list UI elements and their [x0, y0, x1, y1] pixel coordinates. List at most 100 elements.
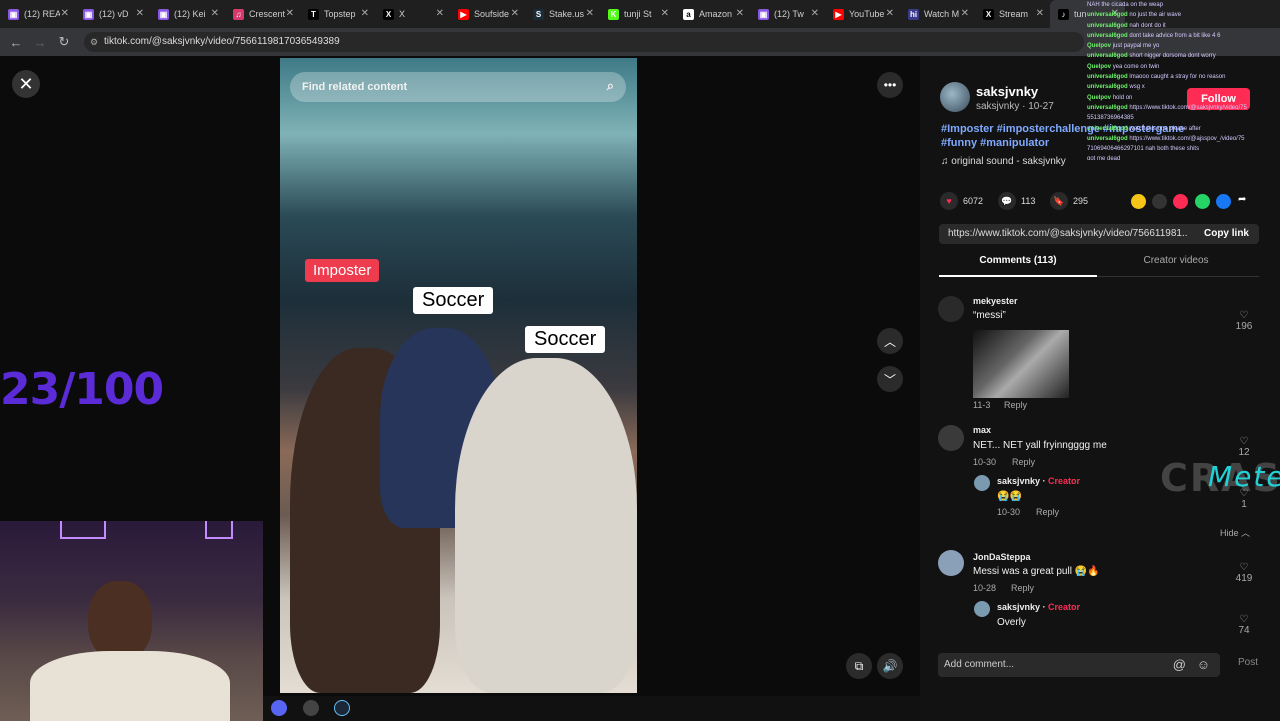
- steam-icon[interactable]: [334, 700, 350, 716]
- browser-tab[interactable]: hi Watch M ✕: [900, 0, 975, 28]
- obs-icon[interactable]: [303, 700, 319, 716]
- comment-username[interactable]: mekyester: [973, 296, 1018, 306]
- reply-button[interactable]: Reply: [1011, 583, 1034, 593]
- comment-stat[interactable]: 💬 113: [998, 192, 1035, 210]
- pip-button[interactable]: ⧉: [846, 653, 872, 679]
- tab-title: Crescent: [249, 9, 285, 19]
- reply-button[interactable]: Reply: [1036, 507, 1059, 517]
- browser-tab[interactable]: X Stream ✕: [975, 0, 1050, 28]
- post-comment-button[interactable]: Post: [1238, 657, 1258, 668]
- chat-message: Quelpov hold on: [1087, 93, 1280, 103]
- embed-icon[interactable]: [1152, 194, 1167, 209]
- tab-close-icon[interactable]: ✕: [61, 8, 69, 19]
- emoji-icon[interactable]: ☺: [1197, 653, 1210, 677]
- comment-like[interactable]: ♡ 419: [1232, 562, 1256, 584]
- tab-comments[interactable]: Comments (113): [939, 255, 1097, 277]
- tab-close-icon[interactable]: ✕: [361, 8, 369, 19]
- volume-button[interactable]: 🔊: [877, 653, 903, 679]
- reload-icon[interactable]: ↻: [52, 34, 76, 50]
- tab-close-icon[interactable]: ✕: [436, 8, 444, 19]
- like-stat[interactable]: ♥ 6072: [940, 192, 983, 210]
- tab-title: X: [399, 9, 406, 19]
- add-comment-input[interactable]: Add comment... @ ☺: [938, 653, 1220, 677]
- reply-username[interactable]: saksjvnky · Creator: [997, 476, 1080, 486]
- tab-close-icon[interactable]: ✕: [586, 8, 594, 19]
- comment-date: 11-3: [973, 400, 991, 410]
- tab-favicon-icon: ▣: [8, 8, 19, 20]
- facebook-icon[interactable]: [1216, 194, 1231, 209]
- browser-tab[interactable]: ▣ (12) vD ✕: [75, 0, 150, 28]
- chat-message: universal6god wsg x: [1087, 82, 1280, 92]
- tab-close-icon[interactable]: ✕: [211, 8, 219, 19]
- browser-tab[interactable]: ▣ (12) Kei ✕: [150, 0, 225, 28]
- save-stat[interactable]: 🔖 295: [1050, 192, 1088, 210]
- commenter-avatar[interactable]: [938, 296, 964, 322]
- reply-button[interactable]: Reply: [1012, 457, 1035, 467]
- tab-close-icon[interactable]: ✕: [886, 8, 894, 19]
- video-player[interactable]: Find related content ⌕ Imposter Soccer S…: [280, 58, 637, 693]
- tab-close-icon[interactable]: ✕: [511, 8, 519, 19]
- tab-title: (12) vD: [99, 9, 129, 19]
- whatsapp-icon[interactable]: [1195, 194, 1210, 209]
- tab-favicon-icon: ♪: [1058, 8, 1069, 20]
- back-arrow-icon[interactable]: ←: [4, 35, 28, 50]
- comment-like[interactable]: ♡ 74: [1232, 614, 1256, 636]
- browser-tab[interactable]: ▣ (12) Tw ✕: [750, 0, 825, 28]
- copy-link-button[interactable]: Copy link: [1204, 228, 1249, 239]
- find-related-search-box[interactable]: Find related content ⌕: [290, 72, 626, 102]
- commenter-avatar[interactable]: [938, 425, 964, 451]
- author-avatar[interactable]: [940, 82, 970, 112]
- mention-icon[interactable]: @: [1173, 653, 1186, 677]
- hide-replies-button[interactable]: Hide ︿: [1220, 526, 1250, 539]
- browser-tab[interactable]: X X ✕: [375, 0, 450, 28]
- chat-username: Quelpov: [1087, 43, 1112, 50]
- tab-close-icon[interactable]: ✕: [286, 8, 294, 19]
- heart-outline-icon: ♡: [1239, 562, 1249, 573]
- creator-avatar[interactable]: [974, 475, 990, 491]
- sound-link[interactable]: ♫ original sound - saksjvnky: [941, 156, 1066, 167]
- browser-tab[interactable]: ▶ Soufside ✕: [450, 0, 525, 28]
- commenter-avatar[interactable]: [938, 550, 964, 576]
- tab-close-icon[interactable]: ✕: [811, 8, 819, 19]
- browser-tab[interactable]: ♫ Crescent ✕: [225, 0, 300, 28]
- send-icon[interactable]: [1173, 194, 1188, 209]
- reply-username[interactable]: saksjvnky · Creator: [997, 602, 1080, 612]
- comment-username[interactable]: max: [973, 425, 991, 435]
- browser-tab[interactable]: ▣ (12) REAL✕: [0, 0, 75, 28]
- site-info-icon[interactable]: ⚙: [90, 32, 98, 52]
- comment-username[interactable]: JonDaSteppa: [973, 552, 1031, 562]
- add-comment-placeholder: Add comment...: [944, 659, 1015, 670]
- browser-tab[interactable]: S Stake.us ✕: [525, 0, 600, 28]
- comment-like[interactable]: ♡ 12: [1232, 436, 1256, 458]
- comment-image[interactable]: [973, 330, 1069, 398]
- author-name[interactable]: saksjvnky: [976, 84, 1038, 99]
- share-arrow-icon[interactable]: ➦: [1238, 194, 1253, 209]
- tab-close-icon[interactable]: ✕: [961, 8, 969, 19]
- tab-close-icon[interactable]: ✕: [736, 8, 744, 19]
- neon-light: [60, 521, 106, 539]
- tab-creator-videos[interactable]: Creator videos: [1097, 255, 1255, 266]
- reply-button[interactable]: Reply: [1004, 400, 1027, 410]
- close-icon: ✕: [18, 73, 34, 94]
- close-button[interactable]: ✕: [12, 70, 40, 98]
- previous-video-button[interactable]: ︿: [877, 328, 903, 354]
- share-emoji-icon[interactable]: [1131, 194, 1146, 209]
- next-video-button[interactable]: ﹀: [877, 366, 903, 392]
- url-field[interactable]: ⚙ tiktok.com/@saksjvnky/video/7566119817…: [84, 32, 1084, 52]
- creator-avatar[interactable]: [974, 601, 990, 617]
- tab-close-icon[interactable]: ✕: [661, 8, 669, 19]
- browser-tab[interactable]: Ktunji St ✕: [600, 0, 675, 28]
- browser-tab[interactable]: T Topstep ✕: [300, 0, 375, 28]
- search-icon[interactable]: ⌕: [607, 78, 614, 94]
- browser-tab[interactable]: ▶ YouTube ✕: [825, 0, 900, 28]
- discord-icon[interactable]: [271, 700, 287, 716]
- video-link-url[interactable]: https://www.tiktok.com/@saksjvnky/video/…: [948, 228, 1188, 239]
- tab-close-icon[interactable]: ✕: [1036, 8, 1044, 19]
- chat-text: short nigger dorsoma dont worry: [1129, 53, 1216, 60]
- comment-like[interactable]: ♡ 196: [1232, 310, 1256, 332]
- tab-close-icon[interactable]: ✕: [136, 8, 144, 19]
- more-options-button[interactable]: •••: [877, 72, 903, 98]
- imposter-caption-label: Imposter: [305, 259, 380, 282]
- browser-tab[interactable]: a Amazon ✕: [675, 0, 750, 28]
- forward-arrow-icon[interactable]: →: [28, 35, 52, 50]
